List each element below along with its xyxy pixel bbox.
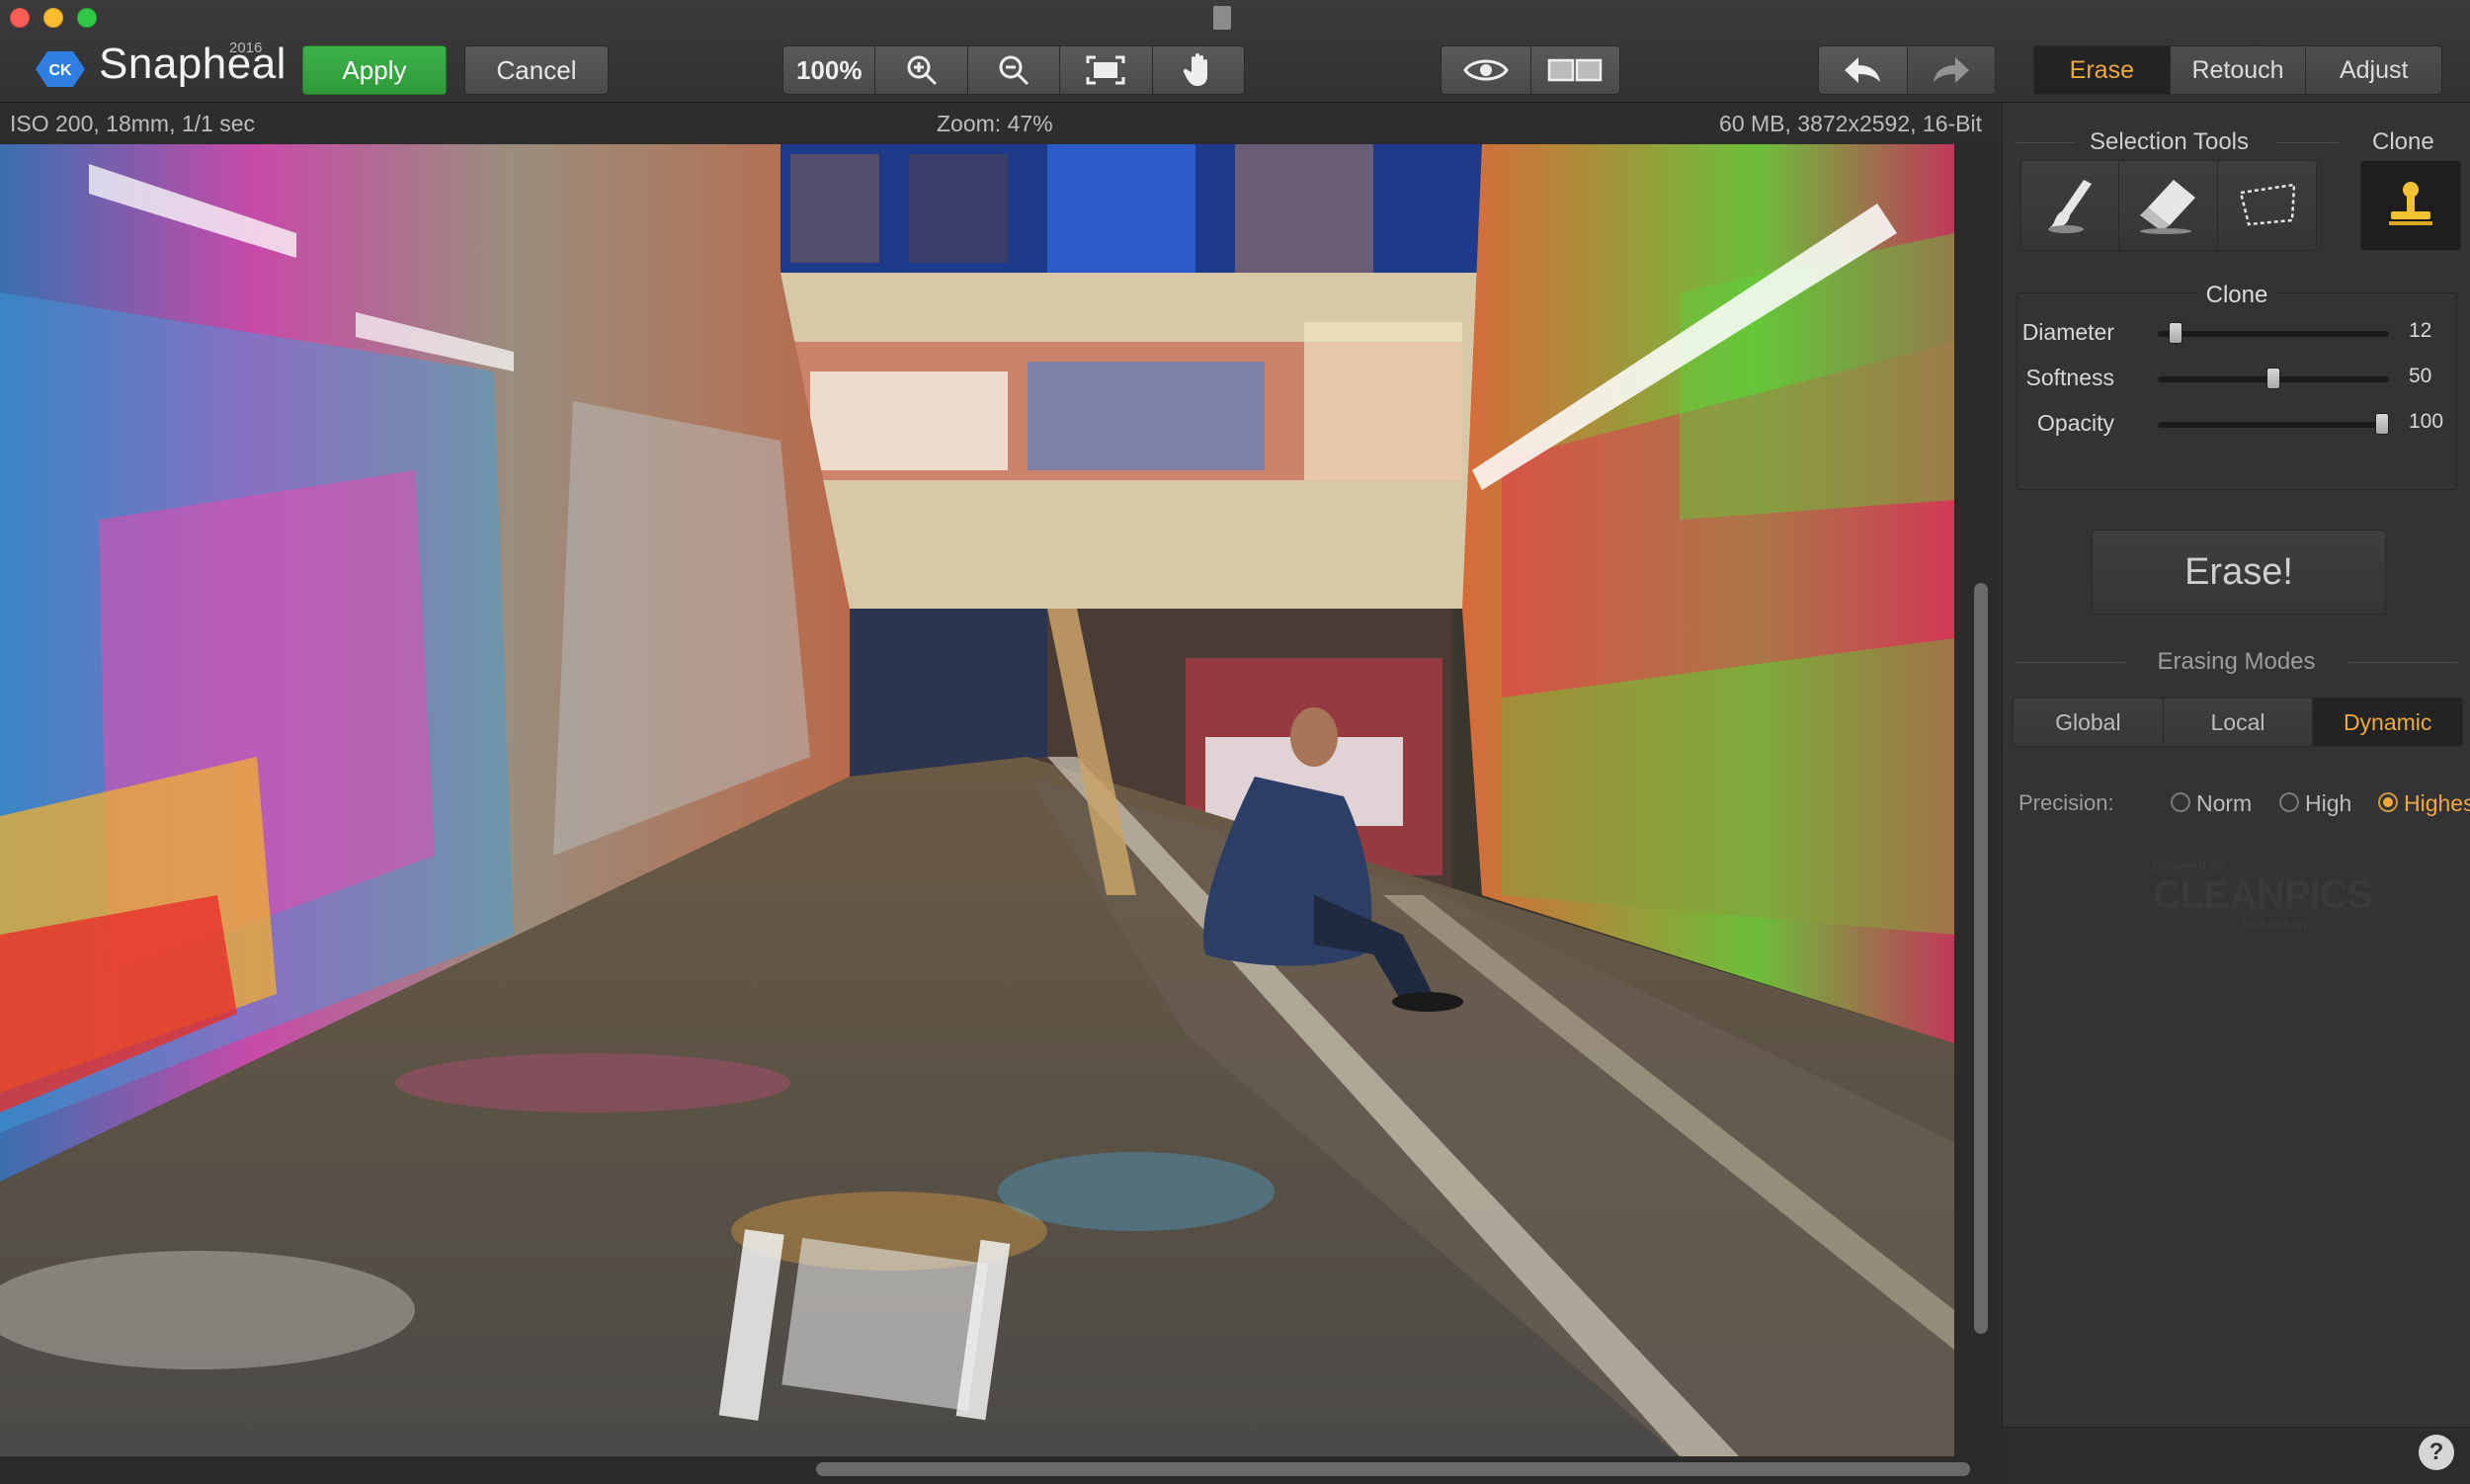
- window-zoom-button[interactable]: [77, 8, 97, 28]
- photo-image: [0, 144, 1954, 1456]
- opacity-label: Opacity: [2037, 410, 2114, 436]
- fit-screen-icon: [1086, 55, 1125, 85]
- opacity-slider-knob[interactable]: [2375, 413, 2389, 435]
- softness-value: 50: [2409, 365, 2432, 387]
- brush-icon: [2048, 180, 2092, 233]
- horizontal-scroll-thumb[interactable]: [816, 1462, 1970, 1476]
- view-controls: [1441, 45, 1620, 95]
- divider: [2275, 142, 2339, 143]
- zoom-controls: 100%: [782, 45, 1246, 95]
- diameter-value: 12: [2409, 319, 2432, 342]
- mode-tabs: Erase Retouch Adjust: [2033, 45, 2443, 95]
- opacity-slider-row: Opacity 100: [2017, 406, 2456, 442]
- cleanpics-name: CLEANPICS: [2153, 873, 2373, 917]
- tab-retouch[interactable]: Retouch: [2169, 45, 2306, 95]
- zoom-100-button[interactable]: 100%: [782, 45, 875, 95]
- mode-dynamic[interactable]: Dynamic: [2312, 698, 2464, 747]
- cancel-button[interactable]: Cancel: [464, 45, 609, 95]
- app-badge-text: CK: [48, 62, 72, 79]
- zoom-in-button[interactable]: [874, 45, 967, 95]
- precision-high-radio[interactable]: [2279, 792, 2299, 812]
- window-close-button[interactable]: [10, 8, 30, 28]
- hand-icon: [1183, 53, 1207, 86]
- toolbar: CK Snapheal 2016 Apply Cancel 100% Erase…: [0, 0, 2470, 103]
- zoom-out-button[interactable]: [966, 45, 1060, 95]
- softness-slider-row: Softness 50: [2017, 361, 2456, 396]
- diameter-slider-row: Diameter 12: [2017, 315, 2456, 351]
- redo-icon: [1933, 57, 1969, 83]
- zoom-in-icon: [907, 55, 937, 86]
- split-view-icon: [1548, 58, 1603, 82]
- eraser-icon: [2139, 180, 2195, 234]
- zoom-level-label: 100%: [795, 54, 863, 85]
- clone-box-title: Clone: [2195, 282, 2278, 308]
- erase-panel: Selection Tools Clone Clone Diameter 12 …: [2002, 103, 2470, 1484]
- cleanpics-logo: powered by CLEANPICS technology: [2131, 854, 2373, 933]
- opacity-slider[interactable]: [2158, 422, 2389, 428]
- precision-norm-radio[interactable]: [2171, 792, 2190, 812]
- softness-slider-knob[interactable]: [2266, 368, 2280, 389]
- lasso-tool-button[interactable]: [2218, 160, 2317, 251]
- cleanpics-technology: technology: [2242, 915, 2309, 931]
- precision-norm-label: Norm: [2196, 790, 2253, 816]
- clone-settings-box: Clone Diameter 12 Softness 50 Opacity 10…: [2017, 282, 2457, 490]
- precision-row: Precision: Norm High Highest: [2018, 784, 2470, 824]
- precision-highest-radio[interactable]: [2378, 792, 2398, 812]
- exif-info: ISO 200, 18mm, 1/1 sec: [10, 111, 256, 136]
- precision-high-label: High: [2305, 790, 2352, 816]
- apply-button[interactable]: Apply: [302, 45, 447, 95]
- vertical-scroll-thumb[interactable]: [1974, 583, 1988, 1334]
- tab-adjust[interactable]: Adjust: [2305, 45, 2443, 95]
- split-view-button[interactable]: [1529, 45, 1620, 95]
- tab-erase[interactable]: Erase: [2033, 45, 2170, 95]
- eraser-tool-button[interactable]: [2119, 160, 2218, 251]
- softness-label: Softness: [2025, 365, 2115, 390]
- divider: [2017, 142, 2076, 143]
- undo-icon: [1845, 57, 1881, 83]
- preview-button[interactable]: [1441, 45, 1530, 95]
- precision-label: Precision:: [2018, 790, 2114, 815]
- diameter-slider[interactable]: [2158, 331, 2389, 337]
- mode-local[interactable]: Local: [2162, 698, 2313, 747]
- erasing-modes: Global Local Dynamic: [2013, 698, 2464, 747]
- undo-button[interactable]: [1818, 45, 1907, 95]
- panel-footer: [2002, 1427, 2470, 1484]
- hand-tool-button[interactable]: [1151, 45, 1246, 95]
- info-bar: ISO 200, 18mm, 1/1 sec Zoom: 47% 60 MB, …: [0, 103, 2002, 144]
- document-icon: [1213, 6, 1231, 30]
- help-button[interactable]: ?: [2419, 1435, 2454, 1470]
- zoom-info: Zoom: 47%: [937, 111, 1053, 136]
- lasso-icon: [2238, 183, 2295, 226]
- fit-screen-button[interactable]: [1059, 45, 1152, 95]
- history-controls: [1818, 45, 1996, 95]
- precision-highest-label: Highest: [2404, 790, 2470, 816]
- diameter-slider-knob[interactable]: [2169, 322, 2182, 344]
- eye-icon: [1462, 59, 1509, 81]
- window-minimize-button[interactable]: [43, 8, 63, 28]
- diameter-label: Diameter: [2021, 319, 2114, 345]
- erase-button[interactable]: Erase!: [2092, 530, 2386, 615]
- redo-button[interactable]: [1906, 45, 1996, 95]
- mode-global[interactable]: Global: [2013, 698, 2163, 747]
- opacity-value: 100: [2409, 410, 2444, 433]
- selection-tools-title: Selection Tools: [2090, 128, 2249, 155]
- file-info: 60 MB, 3872x2592, 16-Bit: [1719, 111, 1982, 136]
- clone-stamp-icon: [2389, 182, 2432, 225]
- powered-by-text: powered by: [2153, 858, 2225, 873]
- brush-tool-button[interactable]: [2020, 160, 2119, 251]
- divider: [2348, 662, 2457, 663]
- app-logo-icon: CK: [36, 49, 85, 89]
- app-year: 2016: [229, 40, 263, 56]
- clone-title: Clone: [2372, 128, 2434, 155]
- zoom-out-icon: [999, 55, 1029, 86]
- photo-canvas[interactable]: [0, 144, 1954, 1456]
- clone-stamp-button[interactable]: [2360, 160, 2461, 251]
